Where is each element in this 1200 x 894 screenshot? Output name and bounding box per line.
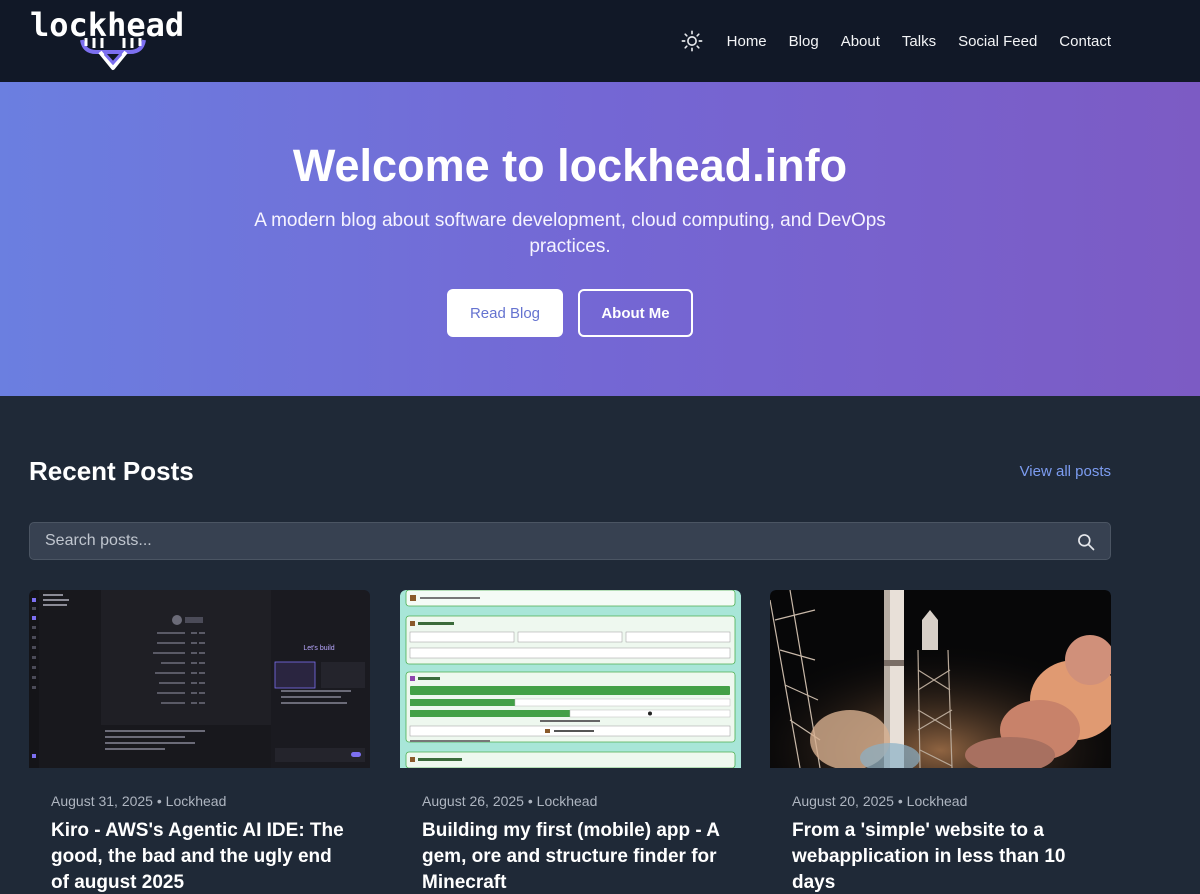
nav-blog[interactable]: Blog <box>789 33 819 50</box>
post-thumbnail-app-screenshot[interactable] <box>400 590 741 768</box>
sun-icon[interactable] <box>681 30 703 52</box>
post-meta: August 26, 2025 • Lockhead <box>422 793 598 809</box>
nav-home[interactable]: Home <box>727 33 767 50</box>
post-thumbnail-rocket-launch-photo[interactable] <box>770 590 1111 768</box>
post-title[interactable]: Building my first (mobile) app - A gem, … <box>422 818 722 894</box>
nav-talks[interactable]: Talks <box>902 33 936 50</box>
view-all-posts-link[interactable]: View all posts <box>1020 463 1111 480</box>
site-logo[interactable]: lockhead <box>30 6 200 74</box>
post-meta: August 31, 2025 • Lockhead <box>51 793 227 809</box>
hero-banner: Welcome to lockhead.info A modern blog a… <box>0 82 1200 396</box>
top-navbar: lockhead Home Blog About Talks Social Fe… <box>0 0 1200 82</box>
nav-about[interactable]: About <box>841 33 880 50</box>
main-nav: Home Blog About Talks Social Feed Contac… <box>681 30 1111 52</box>
hero-subtitle: A modern blog about software development… <box>254 210 886 257</box>
post-card[interactable]: August 26, 2025 • Lockhead Building my f… <box>400 590 741 894</box>
post-title[interactable]: Kiro - AWS's Agentic AI IDE: The good, t… <box>51 818 351 894</box>
post-title[interactable]: From a 'simple' website to a webapplicat… <box>792 818 1092 894</box>
hero-title: Welcome to lockhead.info <box>292 140 848 191</box>
search-bar <box>29 522 1111 560</box>
search-icon[interactable] <box>1076 532 1096 552</box>
post-card[interactable]: August 20, 2025 • Lockhead From a 'simpl… <box>770 590 1111 894</box>
search-input[interactable] <box>30 523 1060 559</box>
svg-text:Let's build: Let's build <box>303 645 334 652</box>
read-blog-button[interactable]: Read Blog <box>447 289 563 337</box>
recent-posts-heading: Recent Posts <box>29 456 194 486</box>
about-me-button[interactable]: About Me <box>578 289 693 337</box>
nav-contact[interactable]: Contact <box>1059 33 1111 50</box>
logo-mustache-icon <box>80 38 146 70</box>
post-meta: August 20, 2025 • Lockhead <box>792 793 968 809</box>
post-thumbnail-ide-screenshot[interactable]: Let's build <box>29 590 370 768</box>
nav-social-feed[interactable]: Social Feed <box>958 33 1037 50</box>
post-card[interactable]: Let's build August 31, 2025 • Lockhead K… <box>29 590 370 894</box>
